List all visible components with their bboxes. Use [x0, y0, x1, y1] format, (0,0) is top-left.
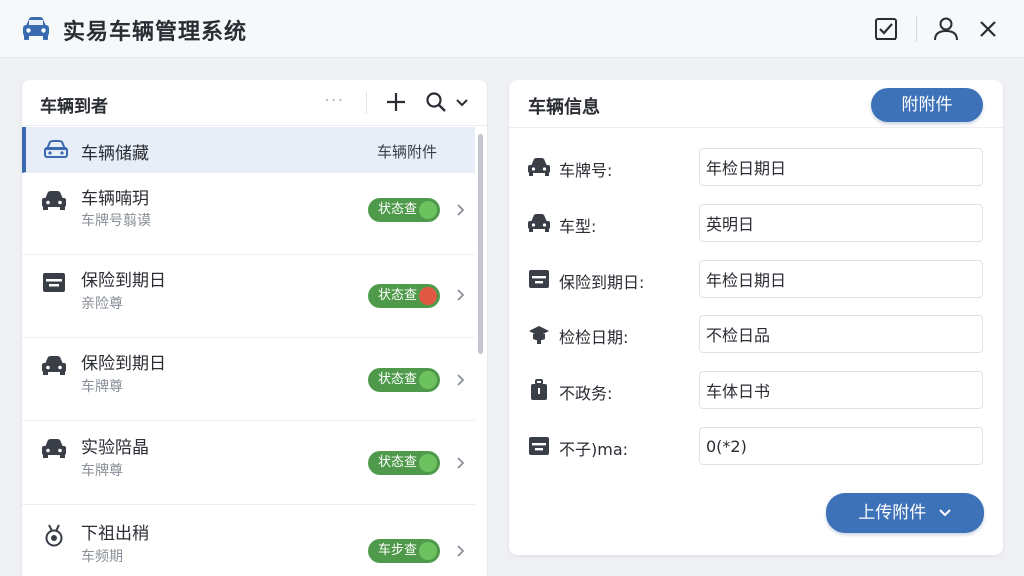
checklist-icon[interactable] — [871, 14, 901, 44]
car-icon — [44, 140, 68, 158]
status-badge[interactable]: 车步查 — [368, 539, 440, 563]
chevron-right-icon[interactable] — [455, 373, 467, 387]
plate-number-row: 车牌号: — [509, 148, 1003, 188]
vehicle-model-row: 车型: — [509, 204, 1003, 244]
inspection-date-input[interactable] — [699, 315, 983, 353]
insurance-expiry-row: 保险到期日: — [509, 260, 1003, 300]
chevron-right-icon[interactable] — [455, 203, 467, 217]
list-item-subtitle: 亲险尊 — [81, 296, 123, 312]
close-icon[interactable] — [973, 14, 1003, 44]
upload-button-label: 上传附件 — [858, 503, 927, 523]
status-dot — [419, 454, 437, 472]
list-item[interactable]: 实验陪晶 车牌尊 状态查 — [22, 421, 475, 505]
car-icon — [42, 191, 66, 210]
list-item-title: 保险到期日 — [81, 354, 166, 374]
plate-number-input[interactable] — [699, 148, 983, 186]
list-item-subtitle: 车频期 — [81, 549, 123, 565]
list-item-title: 车辆喃玥 — [81, 189, 149, 209]
bag-icon — [531, 379, 547, 400]
list-panel-header: 车辆到者 ··· — [22, 80, 487, 126]
list-item-subtitle: 车牌号翦谟 — [81, 213, 151, 229]
status-badge[interactable]: 状态查 — [368, 284, 440, 308]
status-badge-label: 状态查 — [378, 372, 418, 387]
field-label: 保险到期日: — [559, 273, 645, 292]
admin-input[interactable] — [699, 371, 983, 409]
list-item-attachment-label: 车辆附件 — [377, 143, 438, 161]
list-item[interactable]: 保险到期日 亲险尊 状态查 — [22, 255, 475, 338]
status-badge[interactable]: 状态查 — [368, 451, 440, 475]
status-badge[interactable]: 状态查 — [368, 198, 440, 222]
list-item[interactable]: 车辆喃玥 车牌号翦谟 状态查 — [22, 174, 475, 255]
status-badge-label: 状态查 — [378, 455, 418, 470]
title-bar: 实易车辆管理系统 — [0, 0, 1024, 58]
scrollbar-thumb[interactable] — [478, 134, 483, 354]
chevron-down-icon[interactable] — [454, 92, 470, 112]
medal-icon — [45, 524, 63, 547]
field-label: 不政务: — [559, 384, 613, 403]
field-label: 车牌号: — [559, 161, 613, 180]
upload-attachment-button[interactable]: 上传附件 — [826, 493, 984, 533]
car-icon — [528, 214, 550, 232]
list-item-subtitle: 车牌尊 — [81, 379, 123, 395]
app-title: 实易车辆管理系统 — [63, 20, 248, 45]
field-label: 车型: — [559, 217, 597, 236]
check-dot-icon — [419, 371, 437, 389]
alert-dot-icon — [419, 287, 437, 305]
vehicle-model-input[interactable] — [699, 204, 983, 242]
car-icon — [42, 356, 66, 375]
list-item[interactable]: 保险到期日 车牌尊 状态查 — [22, 338, 475, 421]
calendar-icon — [529, 270, 549, 288]
car-app-icon — [23, 17, 49, 40]
vehicle-info-panel: 车辆信息 附附件 车牌号: 车型: 保险到期日: — [509, 80, 1003, 555]
chevron-down-icon — [938, 509, 951, 517]
extra-input[interactable] — [699, 427, 983, 465]
chevron-right-icon[interactable] — [455, 456, 467, 470]
vehicle-list-panel: 车辆到者 ··· 车辆储藏 车辆附件 车辆喃玥 车牌号翦谟 状态查 保险到期日 … — [22, 80, 487, 576]
list-item-title: 保险到期日 — [81, 271, 166, 291]
chevron-right-icon[interactable] — [455, 544, 467, 558]
car-icon — [528, 158, 550, 176]
calendar-icon — [43, 273, 65, 292]
list-item-title: 下祖出稍 — [81, 524, 149, 544]
field-label: 不子)ma: — [559, 440, 629, 459]
status-dot — [419, 542, 437, 560]
list-item-title: 车辆储藏 — [81, 144, 149, 164]
list-item-title: 实验陪晶 — [81, 438, 149, 458]
admin-row: 不政务: — [509, 371, 1003, 411]
inspection-icon — [529, 326, 549, 344]
header-separator — [366, 92, 367, 114]
car-icon — [42, 439, 66, 458]
search-icon[interactable] — [424, 90, 448, 114]
attachment-button[interactable]: 附附件 — [871, 88, 983, 122]
field-label: 检检日期: — [559, 328, 629, 347]
info-panel-header: 车辆信息 附附件 — [509, 80, 1003, 128]
status-badge[interactable]: 状态查 — [368, 368, 440, 392]
list-panel-title: 车辆到者 — [40, 97, 108, 117]
title-bar-separator — [916, 16, 917, 42]
calendar-icon — [529, 437, 549, 455]
chevron-right-icon[interactable] — [455, 288, 467, 302]
user-icon[interactable] — [931, 14, 961, 44]
status-badge-label: 状态查 — [378, 202, 418, 217]
list-item[interactable]: 车辆储藏 车辆附件 — [22, 127, 475, 173]
info-panel-title: 车辆信息 — [528, 97, 600, 118]
add-icon[interactable] — [384, 90, 408, 114]
status-dot — [419, 201, 437, 219]
more-icon[interactable]: ··· — [324, 90, 344, 111]
list-item[interactable]: 下祖出稍 车频期 车步查 — [22, 505, 475, 576]
insurance-expiry-input[interactable] — [699, 260, 983, 298]
status-badge-label: 车步查 — [378, 543, 418, 558]
inspection-date-row: 检检日期: — [509, 315, 1003, 355]
list-item-subtitle: 车牌尊 — [81, 463, 123, 479]
status-badge-label: 状态查 — [378, 288, 418, 303]
extra-row: 不子)ma: — [509, 427, 1003, 467]
